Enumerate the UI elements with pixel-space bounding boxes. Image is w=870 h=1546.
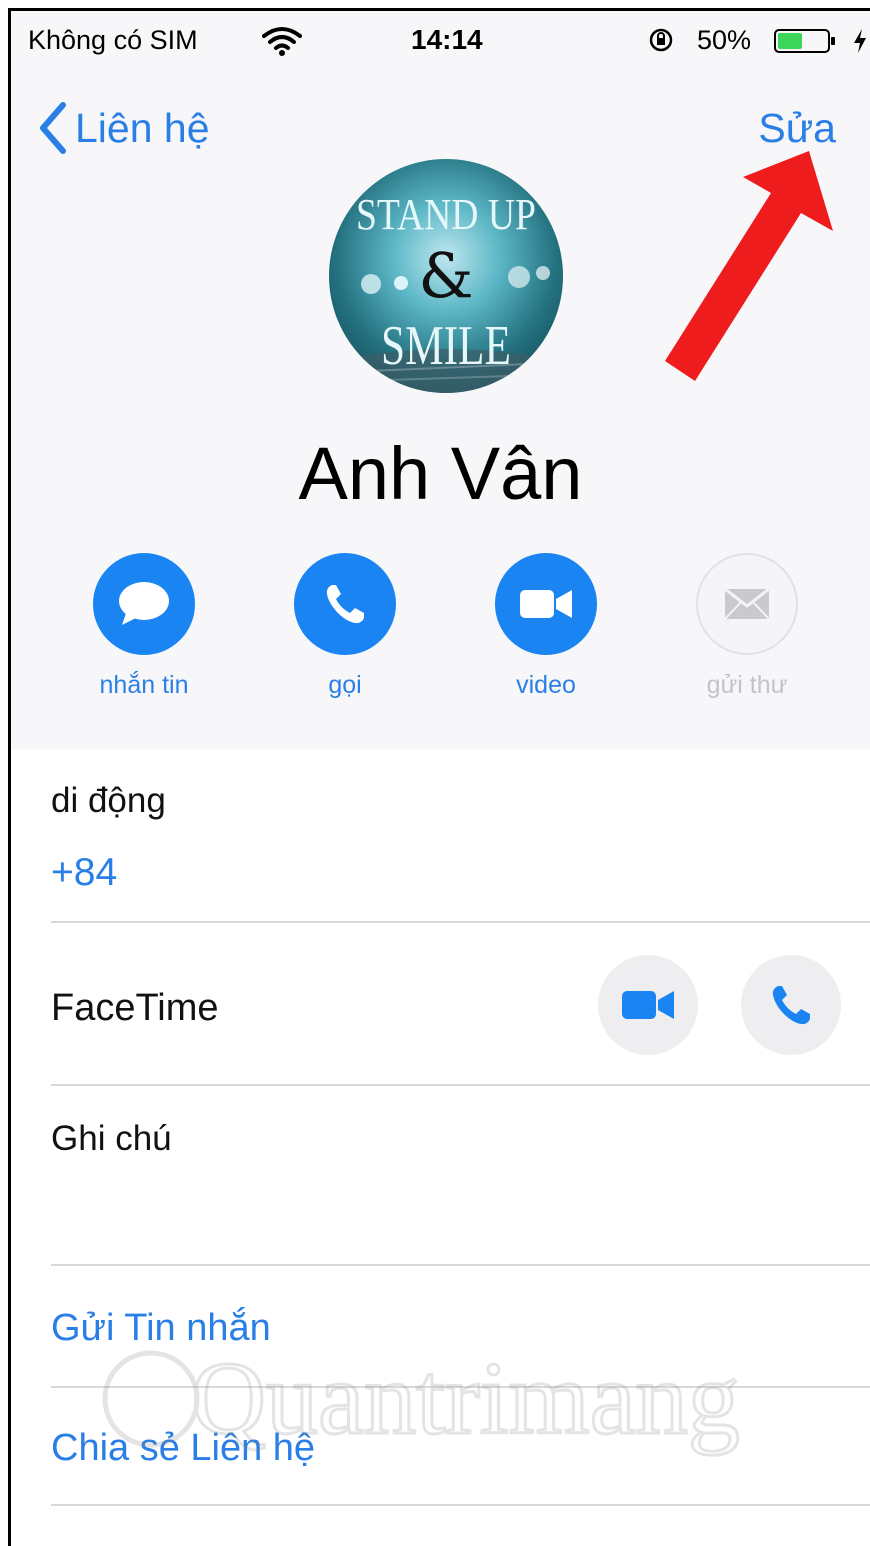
wifi-icon (262, 27, 302, 56)
divider (51, 1504, 870, 1506)
chevron-left-icon (40, 102, 66, 154)
facetime-video-button[interactable] (598, 955, 698, 1055)
mail-envelope-icon (724, 588, 770, 620)
red-arrow-annotation (665, 151, 833, 381)
divider (51, 1084, 870, 1086)
call-action-button[interactable]: gọi (265, 553, 425, 700)
status-bar: Không có SIM 14:14 50% (11, 11, 870, 73)
phone-type-label: di động (51, 781, 166, 820)
call-action-circle (294, 553, 396, 655)
video-action-button[interactable]: video (466, 553, 626, 700)
battery-percent: 50% (697, 25, 752, 55)
back-label: Liên hệ (75, 104, 210, 151)
mail-action-circle (696, 553, 798, 655)
message-action-button[interactable]: nhắn tin (64, 553, 224, 700)
avatar-text-line2: & (418, 239, 473, 312)
phone-icon (772, 986, 810, 1025)
mail-action-label: gửi thư (706, 671, 788, 699)
battery-icon (774, 29, 835, 53)
call-action-label: gọi (328, 671, 362, 699)
share-contact-link[interactable]: Chia sẻ Liên hệ (51, 1427, 315, 1470)
back-button[interactable]: Liên hệ (37, 101, 210, 155)
contact-name: Anh Vân (298, 432, 583, 515)
phone-icon (326, 585, 364, 624)
mail-action-button[interactable]: gửi thư (667, 553, 827, 700)
orientation-lock-icon (649, 28, 673, 52)
send-message-link[interactable]: Gửi Tin nhắn (51, 1307, 271, 1350)
video-camera-icon (520, 590, 572, 618)
divider (51, 921, 870, 923)
facetime-label: FaceTime (51, 987, 219, 1029)
carrier-label: Không có SIM (28, 25, 198, 55)
avatar-text-line1: STAND UP (356, 190, 536, 239)
battery-fill (778, 33, 802, 49)
message-action-circle (93, 553, 195, 655)
divider (51, 1264, 870, 1266)
avatar-text-line3: SMILE (381, 315, 511, 377)
facetime-audio-button[interactable] (741, 955, 841, 1055)
notes-label: Ghi chú (51, 1119, 172, 1158)
clock: 14:14 (411, 24, 483, 55)
video-action-label: video (516, 671, 576, 699)
message-bubble-icon (119, 582, 169, 625)
video-action-circle (495, 553, 597, 655)
charging-bolt-icon (854, 29, 866, 53)
phone-screen: Không có SIM 14:14 50% Liên hệ Sửa STAND… (8, 8, 870, 1546)
edit-button[interactable]: Sửa (758, 105, 836, 152)
video-camera-icon (622, 991, 674, 1019)
phone-number-link[interactable]: +84 (51, 851, 117, 895)
message-action-label: nhắn tin (99, 671, 189, 699)
contact-avatar: STAND UP & SMILE (329, 159, 563, 393)
divider (51, 1386, 870, 1388)
